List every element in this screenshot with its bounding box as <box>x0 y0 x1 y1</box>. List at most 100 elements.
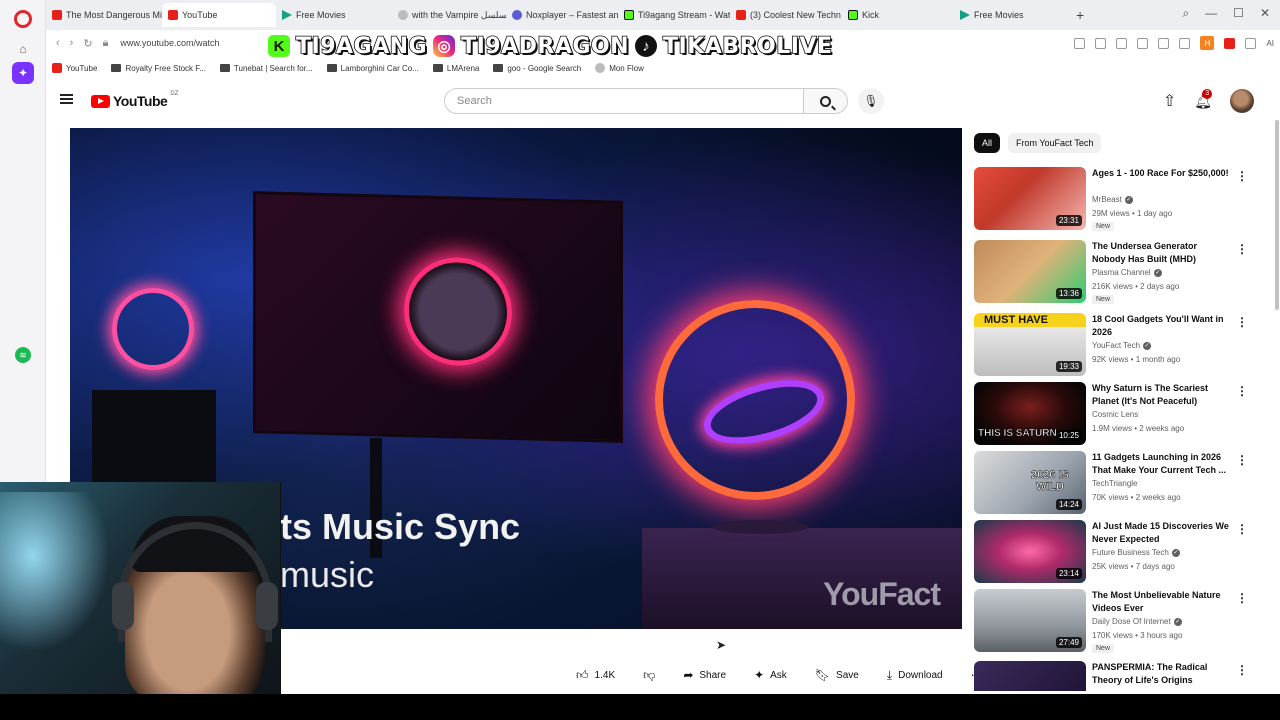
puzzle-icon[interactable] <box>1245 37 1257 49</box>
menu-icon[interactable] <box>60 94 73 104</box>
back-icon[interactable]: ‹ <box>56 37 60 49</box>
more-vert-icon[interactable]: ⋮ <box>1236 384 1248 398</box>
more-vert-icon[interactable]: ⋮ <box>1236 315 1248 329</box>
new-badge: New <box>1092 644 1115 653</box>
tab-0[interactable]: The Most Dangerous Min <box>46 3 162 27</box>
list-item[interactable]: PANSPERMIA: The Radical Theory of Life's… <box>974 661 1244 691</box>
list-item[interactable]: 23:31 Ages 1 - 100 Race For $250,000! Mr… <box>974 167 1248 231</box>
heart-icon[interactable] <box>1137 37 1149 49</box>
voice-search-button[interactable]: 🎙︎ <box>858 88 884 114</box>
window-controls: ⌕ — ☐ ✕ <box>1182 6 1270 21</box>
dislike-button[interactable]: 👎︎ <box>633 664 665 687</box>
bookmark-0[interactable]: YouTube <box>52 63 97 73</box>
ai-button[interactable]: AI <box>1266 39 1274 48</box>
extension-red-icon[interactable] <box>1224 37 1236 49</box>
more-vert-icon[interactable]: ⋮ <box>1236 242 1248 256</box>
more-vert-icon[interactable]: ⋮ <box>1236 522 1248 536</box>
list-item[interactable]: MUST HAVE 19:33 18 Cool Gadgets You'll W… <box>974 313 1248 377</box>
tab-7[interactable]: Kick <box>842 3 954 27</box>
thumbnail[interactable] <box>974 661 1086 691</box>
menu-icon[interactable] <box>1179 37 1191 49</box>
more-vert-icon[interactable]: ⋮ <box>1236 663 1244 677</box>
more-vert-icon[interactable]: ⋮ <box>1236 591 1248 605</box>
aria-icon[interactable]: ✦ <box>12 62 34 84</box>
bookmark-3[interactable]: Lamborghini Car Co... <box>326 64 419 73</box>
maximize-icon[interactable]: ☐ <box>1233 6 1244 21</box>
bookmark-1[interactable]: Royalty Free Stock F... <box>111 64 206 73</box>
notifications-button[interactable]: 🔔︎ 3 <box>1194 88 1213 110</box>
page-scrollbar[interactable] <box>1274 80 1280 690</box>
avatar[interactable] <box>1230 89 1254 113</box>
tab-strip: The Most Dangerous Min YouTube Free Movi… <box>46 0 1280 30</box>
reload-icon[interactable]: ↻ <box>83 37 92 50</box>
kick-favicon-icon <box>848 10 858 20</box>
thumbnail[interactable]: 27:49 <box>974 589 1086 652</box>
extension-h-icon[interactable]: H <box>1200 36 1215 50</box>
scrollbar-thumb[interactable] <box>1275 120 1279 310</box>
url-field[interactable]: www.youtube.com/watch <box>120 38 219 48</box>
verified-icon: ✓ <box>1143 341 1152 350</box>
tab-5[interactable]: Ti9agang Stream - Watch <box>618 3 730 27</box>
bookmark-2[interactable]: Tunebat | Search for... <box>219 64 313 73</box>
bookmark-6[interactable]: Mon Flow <box>595 63 644 73</box>
more-vert-icon[interactable]: ⋮ <box>1236 453 1248 467</box>
verified-icon: ✓ <box>1153 268 1162 277</box>
minimize-icon[interactable]: — <box>1205 6 1217 21</box>
thumbnail[interactable]: 2026 IS WILD 14:24 <box>974 451 1086 514</box>
kick-favicon-icon <box>624 10 634 20</box>
verified-icon: ✓ <box>1171 548 1180 557</box>
list-item[interactable]: 23:14 AI Just Made 15 Discoveries We Nev… <box>974 520 1248 584</box>
new-tab-button[interactable]: + <box>1076 7 1084 23</box>
recommendation-filters: All From YouFact Tech <box>974 133 1102 153</box>
list-item[interactable]: 27:49 The Most Unbelievable Nature Video… <box>974 589 1248 653</box>
close-icon[interactable]: ✕ <box>1260 6 1270 21</box>
mouse-cursor-icon: ➤ <box>716 638 727 652</box>
more-vert-icon[interactable]: ⋮ <box>1236 169 1248 183</box>
search-button[interactable] <box>804 88 848 114</box>
download-icon[interactable] <box>1158 37 1170 49</box>
opera-logo-icon[interactable] <box>14 10 32 28</box>
tab-2[interactable]: Free Movies <box>276 3 392 27</box>
webcam-feed <box>0 482 281 694</box>
video-tv-visualizer <box>404 256 512 367</box>
thumbnail[interactable]: 23:31 <box>974 167 1086 230</box>
thumbnail[interactable]: 23:14 <box>974 520 1086 583</box>
forward-icon[interactable]: › <box>70 37 74 49</box>
thumbnail[interactable]: THIS IS SATURN 10:25 <box>974 382 1086 445</box>
like-button[interactable]: 👍︎ 1.4K <box>566 664 625 687</box>
save-button[interactable]: 🔖︎ Save <box>805 664 869 686</box>
ask-button[interactable]: ✦ Ask <box>744 664 797 686</box>
bookmark-4[interactable]: LMArena <box>432 64 479 73</box>
share-icon: ➦ <box>683 668 694 682</box>
shield-icon[interactable] <box>1095 37 1107 49</box>
thumbs-down-icon: 👎︎ <box>643 667 656 682</box>
tab-6[interactable]: (3) Coolest New Techn <box>730 3 842 27</box>
thumbnail[interactable]: MUST HAVE 19:33 <box>974 313 1086 376</box>
search-input[interactable]: Search <box>444 88 804 114</box>
chip-all[interactable]: All <box>974 133 1001 153</box>
thumbnail[interactable]: 13:36 <box>974 240 1086 303</box>
search-tabs-icon[interactable]: ⌕ <box>1182 6 1189 21</box>
tab-4[interactable]: Noxplayer – Fastest and S <box>506 3 618 27</box>
chip-from-channel[interactable]: From YouFact Tech <box>1008 133 1102 153</box>
tab-3[interactable]: with the Vampire مسلسل <box>392 3 506 27</box>
send-icon[interactable] <box>1116 37 1128 49</box>
youtube-favicon-icon <box>168 10 178 20</box>
youtube-logo[interactable]: YouTube DZ <box>91 91 178 109</box>
camera-icon[interactable] <box>1074 37 1086 49</box>
home-icon[interactable]: ⌂ <box>14 40 32 58</box>
tab-1[interactable]: YouTube <box>162 3 276 27</box>
download-button[interactable]: ⤓ Download <box>877 664 953 687</box>
new-badge: New <box>1092 295 1115 304</box>
upload-icon[interactable]: ⇧ <box>1163 91 1176 111</box>
list-item[interactable]: THIS IS SATURN 10:25 Why Saturn is The S… <box>974 382 1248 446</box>
list-item[interactable]: 2026 IS WILD 14:24 11 Gadgets Launching … <box>974 451 1248 515</box>
youtube-favicon-icon <box>52 10 62 20</box>
tab-8[interactable]: Free Movies <box>954 3 1068 27</box>
list-item[interactable]: 13:36 The Undersea Generator Nobody Has … <box>974 240 1248 304</box>
play-favicon-icon <box>960 10 970 20</box>
share-button[interactable]: ➦ Share <box>673 664 736 686</box>
spotify-icon[interactable]: ≋ <box>15 347 31 363</box>
bookmark-5[interactable]: goo - Google Search <box>493 64 581 73</box>
video-caption-line2: music <box>280 554 375 595</box>
